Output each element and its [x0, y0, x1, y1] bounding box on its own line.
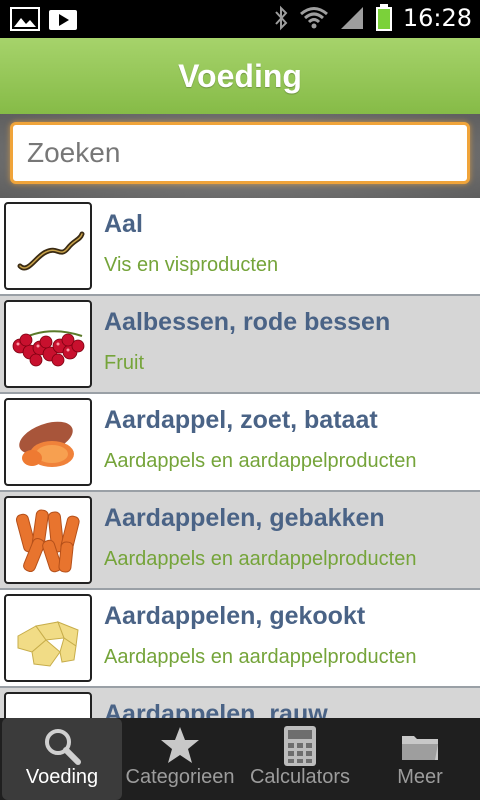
page-title: Voeding — [178, 57, 302, 94]
item-title: Aardappelen, gebakken — [104, 504, 385, 532]
star-icon — [161, 727, 199, 763]
potato-icon — [4, 692, 92, 718]
item-title: Aal — [104, 210, 143, 238]
sweet-potato-icon — [4, 398, 92, 486]
folder-icon — [402, 736, 438, 760]
tab-calculators[interactable]: Calculators — [240, 718, 360, 800]
clock: 16:28 — [402, 4, 472, 32]
item-category: Aardappels en aardappelproducten — [104, 450, 417, 472]
tab-label: Meer — [397, 766, 443, 788]
bluetooth-icon — [275, 5, 288, 31]
image-icon — [10, 7, 40, 31]
battery-icon — [375, 4, 392, 31]
fried-potatoes-icon — [4, 496, 92, 584]
item-category: Fruit — [104, 352, 144, 374]
item-category: Aardappels en aardappelproducten — [104, 548, 417, 570]
search-icon — [45, 729, 81, 765]
search-bar — [0, 114, 480, 198]
item-title: Aardappelen, rauw — [104, 700, 328, 718]
tab-label: Categorieen — [125, 766, 235, 788]
list-item[interactable]: Aardappelen, rauw — [0, 688, 480, 718]
item-category: Vis en visproducten — [104, 254, 279, 276]
list-item[interactable]: Aardappelen, gekookt Aardappels en aarda… — [0, 590, 480, 688]
eel-icon — [4, 202, 92, 290]
calculator-icon — [284, 726, 316, 766]
list-item[interactable]: Aardappelen, gebakken Aardappels en aard… — [0, 492, 480, 590]
system-icons: 16:28 — [273, 4, 472, 32]
wifi-icon — [299, 7, 328, 29]
tab-label: Calculators — [249, 766, 351, 788]
notification-icons — [10, 6, 78, 32]
list-item[interactable]: Aardappel, zoet, bataat Aardappels en aa… — [0, 394, 480, 492]
list-item[interactable]: Aal Vis en visproducten — [0, 198, 480, 296]
boiled-potatoes-icon — [4, 594, 92, 682]
item-title: Aalbessen, rode bessen — [104, 308, 391, 336]
bottom-navigation: Voeding Categorieen Calculators Meer — [0, 718, 480, 800]
item-category: Aardappels en aardappelproducten — [104, 646, 417, 668]
status-bar: 16:28 — [0, 0, 480, 38]
signal-icon — [340, 7, 363, 29]
play-store-icon — [49, 10, 77, 30]
list-item[interactable]: Aalbessen, rode bessen Fruit — [0, 296, 480, 394]
item-title: Aardappelen, gekookt — [104, 602, 366, 630]
app-header: Voeding — [0, 38, 480, 114]
tab-meer[interactable]: Meer — [360, 718, 480, 800]
food-list: Aal Vis en visproducten Aalbessen, rode … — [0, 198, 480, 718]
item-title: Aardappel, zoet, bataat — [104, 406, 378, 434]
tab-voeding[interactable]: Voeding — [2, 718, 122, 800]
search-input[interactable] — [10, 122, 470, 184]
red-currants-icon — [4, 300, 92, 388]
tab-label: Voeding — [25, 766, 99, 788]
tab-categorieen[interactable]: Categorieen — [120, 718, 240, 800]
